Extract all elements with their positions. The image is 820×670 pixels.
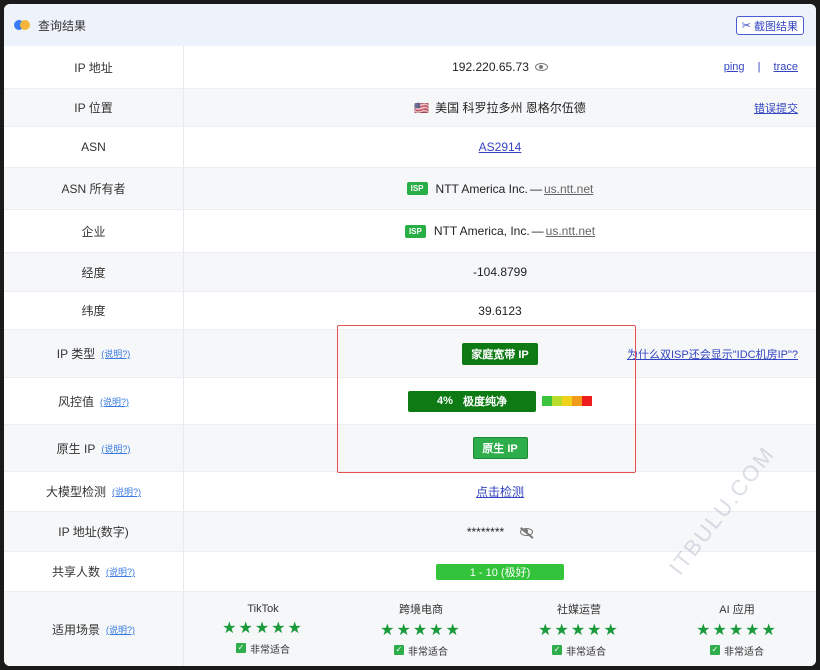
- logo-icon: [14, 19, 30, 31]
- report-error-link[interactable]: 错误提交: [754, 100, 798, 116]
- risk-text: 极度纯净: [462, 396, 507, 408]
- scissors-icon: ✂: [741, 20, 751, 32]
- risk-percent: 4%: [437, 395, 453, 407]
- row-scenarios: 适用场景 (说明?) TikTok ★★★★★ ✓ 非常适合 跨境电商 ★★★★★…: [4, 592, 816, 666]
- ip-numeric-value: ********: [466, 524, 505, 539]
- row-label: 企业: [4, 210, 184, 252]
- latitude-value: 39.6123: [478, 303, 522, 318]
- asn-owner-domain[interactable]: us.ntt.net: [544, 182, 593, 196]
- company-name: NTT America, Inc.: [433, 224, 530, 238]
- check-icon: ✓: [236, 643, 246, 653]
- separator: |: [757, 61, 761, 73]
- scenario-name: 社媒运营: [557, 603, 601, 616]
- result-panel: 查询结果 ✂ 截图结果 IP 地址 192.220.65.73 ping | t…: [4, 4, 816, 666]
- fit-label: 非常适合: [566, 646, 606, 658]
- row-ip: IP 地址 192.220.65.73 ping | trace: [4, 46, 816, 89]
- row-llm: 大模型检测 (说明?) 点击检测: [4, 472, 816, 512]
- star-rating: ★★★★★: [538, 621, 620, 639]
- row-label: 风控值: [57, 394, 94, 409]
- ip-type-badge: 家庭宽带 IP: [462, 342, 538, 365]
- help-link[interactable]: (说明?): [106, 565, 135, 578]
- fit-label: 非常适合: [250, 644, 290, 656]
- check-icon: ✓: [552, 645, 562, 655]
- row-shared: 共享人数 (说明?) 1 - 10 (极好): [4, 552, 816, 592]
- star-rating: ★★★★★: [380, 621, 462, 639]
- scenario-item: AI 应用 ★★★★★ ✓ 非常适合: [696, 601, 778, 658]
- isp-badge: ISP: [404, 224, 426, 238]
- screenshot-button-label: 截图结果: [754, 20, 798, 33]
- result-header: 查询结果 ✂ 截图结果: [4, 4, 816, 46]
- star-rating: ★★★★★: [696, 621, 778, 639]
- star-rating: ★★★★★: [222, 619, 304, 637]
- longitude-value: -104.8799: [472, 265, 528, 279]
- row-native: 原生 IP (说明?) 原生 IP: [4, 425, 816, 472]
- dash: —: [530, 181, 542, 196]
- company-domain[interactable]: us.ntt.net: [546, 224, 595, 238]
- scenario-name: AI 应用: [719, 603, 755, 616]
- help-link[interactable]: (说明?): [100, 395, 129, 408]
- eye-icon[interactable]: [534, 63, 548, 71]
- asn-owner-name: NTT America Inc.: [435, 181, 528, 196]
- row-ip-numeric: IP 地址(数字) ********: [4, 512, 816, 552]
- row-label: ASN 所有者: [4, 168, 184, 209]
- ip-value: 192.220.65.73: [452, 60, 529, 74]
- llm-detect-link[interactable]: 点击检测: [476, 483, 524, 500]
- row-label: 大模型检测: [45, 485, 106, 499]
- row-label: 经度: [4, 253, 184, 291]
- row-risk: 风控值 (说明?) 4% 极度纯净: [4, 378, 816, 425]
- trace-link[interactable]: trace: [774, 61, 798, 73]
- ping-link[interactable]: ping: [724, 61, 745, 73]
- row-company: 企业 ISP NTT America, Inc. — us.ntt.net: [4, 210, 816, 253]
- fit-label: 非常适合: [724, 646, 764, 658]
- row-label: 原生 IP: [56, 441, 96, 456]
- scenario-item: 社媒运营 ★★★★★ ✓ 非常适合: [538, 601, 620, 658]
- ip-type-faq-link[interactable]: 为什么双ISP还会显示"IDC机房IP"?: [627, 346, 798, 362]
- scenario-item: TikTok ★★★★★ ✓ 非常适合: [222, 603, 304, 656]
- row-label: 共享人数: [51, 565, 100, 579]
- row-longitude: 经度 -104.8799: [4, 253, 816, 292]
- check-icon: ✓: [710, 645, 720, 655]
- row-label: IP 地址: [4, 46, 184, 88]
- risk-gauge: [542, 396, 592, 406]
- row-label: ASN: [4, 127, 184, 167]
- ip-tools: ping | trace: [724, 61, 798, 73]
- row-label: 适用场景: [51, 622, 100, 637]
- native-badge: 原生 IP: [472, 437, 528, 459]
- fit-label: 非常适合: [408, 646, 448, 658]
- scenario-name: 跨境电商: [399, 603, 443, 616]
- dash: —: [531, 224, 544, 238]
- row-ip-type: IP 类型 (说明?) 家庭宽带 IP 为什么双ISP还会显示"IDC机房IP"…: [4, 330, 816, 378]
- row-asn: ASN AS2914: [4, 127, 816, 168]
- asn-link[interactable]: AS2914: [479, 140, 522, 154]
- check-icon: ✓: [394, 645, 404, 655]
- row-location: IP 位置 🇺🇸 美国 科罗拉多州 恩格尔伍德 错误提交: [4, 89, 816, 127]
- risk-badge: 4% 极度纯净: [408, 390, 536, 412]
- help-link[interactable]: (说明?): [101, 442, 130, 455]
- row-label: 纬度: [4, 292, 184, 329]
- isp-badge: ISP: [406, 182, 428, 195]
- eye-off-icon[interactable]: [520, 527, 534, 536]
- help-link[interactable]: (说明?): [101, 347, 130, 360]
- help-link[interactable]: (说明?): [106, 623, 135, 636]
- row-label: IP 类型: [56, 347, 96, 361]
- row-asn-owner: ASN 所有者 ISP NTT America Inc. — us.ntt.ne…: [4, 168, 816, 210]
- scenario-item: 跨境电商 ★★★★★ ✓ 非常适合: [380, 601, 462, 658]
- scenario-name: TikTok: [247, 602, 279, 615]
- shared-badge: 1 - 10 (极好): [436, 563, 564, 580]
- help-link[interactable]: (说明?): [112, 485, 141, 498]
- header-title: 查询结果: [38, 18, 87, 33]
- row-label: IP 位置: [4, 89, 184, 126]
- us-flag-icon: 🇺🇸: [414, 100, 430, 115]
- row-label: IP 地址(数字): [4, 512, 184, 551]
- screenshot-button[interactable]: ✂ 截图结果: [735, 16, 804, 35]
- location-value: 美国 科罗拉多州 恩格尔伍德: [435, 101, 586, 115]
- row-latitude: 纬度 39.6123: [4, 292, 816, 330]
